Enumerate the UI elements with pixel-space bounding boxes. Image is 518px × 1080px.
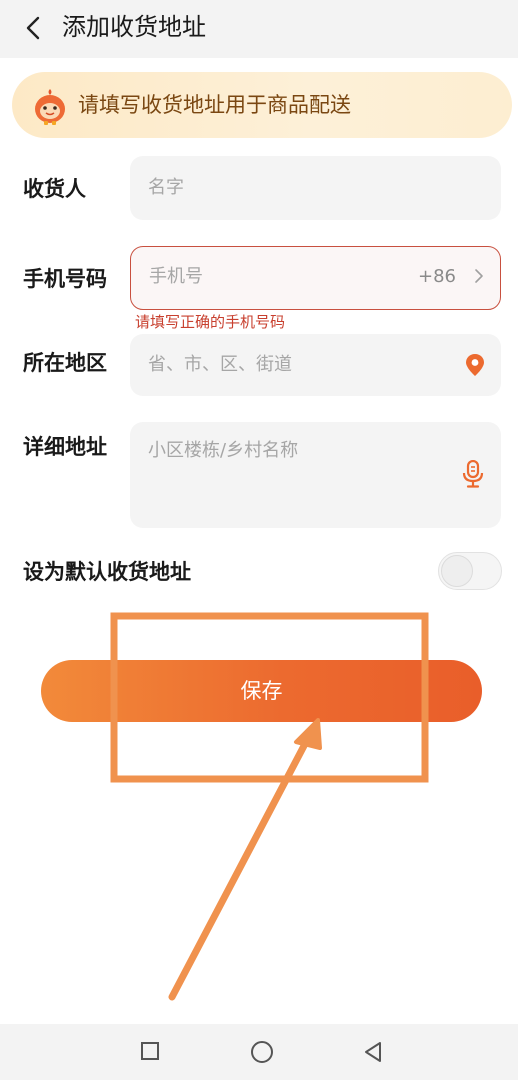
page-title: 添加收货地址 xyxy=(62,13,206,41)
top-bar: 添加收货地址 xyxy=(0,0,518,58)
country-code[interactable]: +86 xyxy=(418,264,456,290)
toggle-knob xyxy=(441,555,473,587)
nav-circle-icon[interactable] xyxy=(251,1041,273,1063)
phone-error-message: 请填写正确的手机号码 xyxy=(135,313,286,331)
phone-input[interactable]: 手机号 +86 xyxy=(130,246,501,310)
address-input[interactable]: 小区楼栋/乡村名称 xyxy=(130,422,501,528)
chevron-right-icon[interactable] xyxy=(474,267,484,285)
pointer-arrow-head xyxy=(294,718,322,750)
back-arrow-icon[interactable] xyxy=(22,14,46,42)
recipient-input[interactable]: 名字 xyxy=(130,156,501,220)
region-placeholder: 省、市、区、街道 xyxy=(148,354,292,375)
location-pin-icon[interactable] xyxy=(465,353,485,377)
default-address-label: 设为默认收货地址 xyxy=(23,560,191,584)
system-nav-bar xyxy=(0,1024,518,1080)
banner-text: 请填写收货地址用于商品配送 xyxy=(78,93,351,117)
region-label: 所在地区 xyxy=(23,351,107,375)
phone-placeholder: 手机号 xyxy=(149,266,203,287)
region-input[interactable]: 省、市、区、街道 xyxy=(130,334,501,396)
nav-square-icon[interactable] xyxy=(141,1042,159,1060)
recipient-label: 收货人 xyxy=(23,177,86,201)
pointer-arrow-shaft xyxy=(168,738,310,1001)
default-address-toggle[interactable] xyxy=(438,552,502,590)
recipient-placeholder: 名字 xyxy=(148,177,184,198)
save-button[interactable]: 保存 xyxy=(41,660,482,722)
mascot-icon xyxy=(35,89,65,125)
address-label: 详细地址 xyxy=(23,435,107,459)
info-banner: 请填写收货地址用于商品配送 xyxy=(12,72,512,138)
address-placeholder: 小区楼栋/乡村名称 xyxy=(148,440,299,461)
microphone-icon[interactable] xyxy=(462,460,484,488)
phone-label: 手机号码 xyxy=(23,267,107,291)
nav-back-icon[interactable] xyxy=(362,1040,384,1064)
